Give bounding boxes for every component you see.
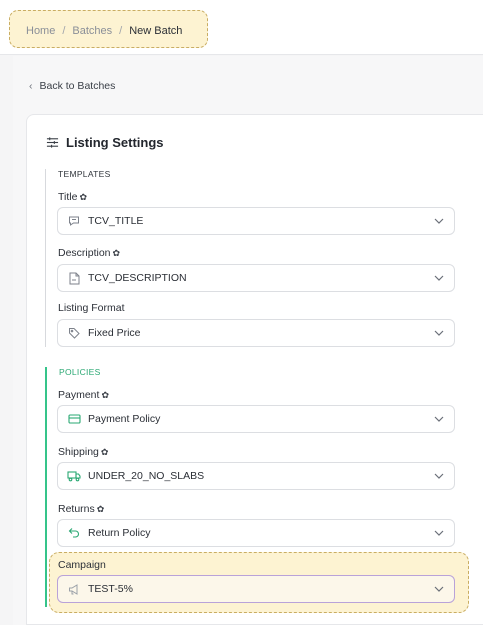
- credit-card-icon: [67, 412, 81, 426]
- file-text-icon: [67, 271, 81, 285]
- breadcrumb-separator: /: [62, 25, 66, 37]
- templates-section: TEMPLATES Title ✿ TCV_TITLE Description ✿: [45, 169, 455, 347]
- back-link-label: Back to Batches: [39, 80, 116, 92]
- card-title-text: Listing Settings: [66, 135, 164, 150]
- payment-policy-value: Payment Policy: [88, 413, 161, 425]
- message-square-icon: [67, 214, 81, 228]
- chevron-down-icon: [432, 530, 446, 536]
- megaphone-icon: [67, 582, 81, 596]
- title-template-select[interactable]: TCV_TITLE: [57, 207, 455, 235]
- top-bar: Home / Batches / New Batch: [0, 0, 483, 55]
- listing-settings-card: Listing Settings TEMPLATES Title ✿ TCV_TI…: [26, 114, 483, 625]
- gear-icon[interactable]: ✿: [101, 447, 109, 458]
- campaign-value: TEST-5%: [88, 583, 133, 595]
- main-content: ‹ Back to Batches Listing Settings TEMPLA…: [13, 56, 483, 625]
- chevron-down-icon: [432, 473, 446, 479]
- payment-field-label: Payment ✿: [58, 389, 109, 401]
- listing-format-field-label: Listing Format: [58, 302, 125, 314]
- chevron-down-icon: [432, 275, 446, 281]
- templates-section-label: TEMPLATES: [58, 169, 111, 179]
- gear-icon[interactable]: ✿: [113, 248, 121, 259]
- tag-icon: [67, 326, 81, 340]
- gear-icon[interactable]: ✿: [101, 390, 109, 401]
- listing-settings-title: Listing Settings: [46, 135, 164, 150]
- breadcrumb-separator: /: [119, 25, 123, 37]
- sliders-icon: [46, 137, 59, 148]
- description-field-label: Description ✿: [58, 247, 121, 259]
- breadcrumb-batches[interactable]: Batches: [72, 25, 112, 37]
- shipping-policy-value: UNDER_20_NO_SLABS: [88, 470, 205, 482]
- return-arrow-icon: [67, 526, 81, 540]
- gear-icon[interactable]: ✿: [97, 504, 105, 515]
- breadcrumb-current: New Batch: [129, 25, 183, 37]
- returns-field-label: Returns ✿: [58, 503, 105, 515]
- chevron-down-icon: [432, 218, 446, 224]
- back-to-batches-link[interactable]: ‹ Back to Batches: [29, 80, 115, 92]
- policies-section-label: POLICIES: [59, 367, 101, 377]
- shipping-field-label: Shipping ✿: [58, 446, 109, 458]
- breadcrumb-home[interactable]: Home: [26, 25, 55, 37]
- campaign-select[interactable]: TEST-5%: [57, 575, 455, 603]
- description-template-value: TCV_DESCRIPTION: [88, 272, 187, 284]
- gear-icon[interactable]: ✿: [79, 192, 87, 203]
- chevron-left-icon: ‹: [29, 80, 33, 92]
- payment-policy-select[interactable]: Payment Policy: [57, 405, 455, 433]
- chevron-down-icon: [432, 330, 446, 336]
- returns-policy-select[interactable]: Return Policy: [57, 519, 455, 547]
- campaign-field-label: Campaign: [58, 559, 106, 571]
- truck-icon: [67, 469, 81, 483]
- policies-section: POLICIES Payment ✿ Payment Policy Shippin…: [45, 367, 455, 607]
- shipping-policy-select[interactable]: UNDER_20_NO_SLABS: [57, 462, 455, 490]
- returns-policy-value: Return Policy: [88, 527, 151, 539]
- listing-format-value: Fixed Price: [88, 327, 141, 339]
- title-field-label: Title ✿: [58, 191, 87, 203]
- chevron-down-icon: [432, 416, 446, 422]
- chevron-down-icon: [432, 586, 446, 592]
- breadcrumb: Home / Batches / New Batch: [26, 25, 182, 37]
- title-template-value: TCV_TITLE: [88, 215, 144, 227]
- description-template-select[interactable]: TCV_DESCRIPTION: [57, 264, 455, 292]
- listing-format-select[interactable]: Fixed Price: [57, 319, 455, 347]
